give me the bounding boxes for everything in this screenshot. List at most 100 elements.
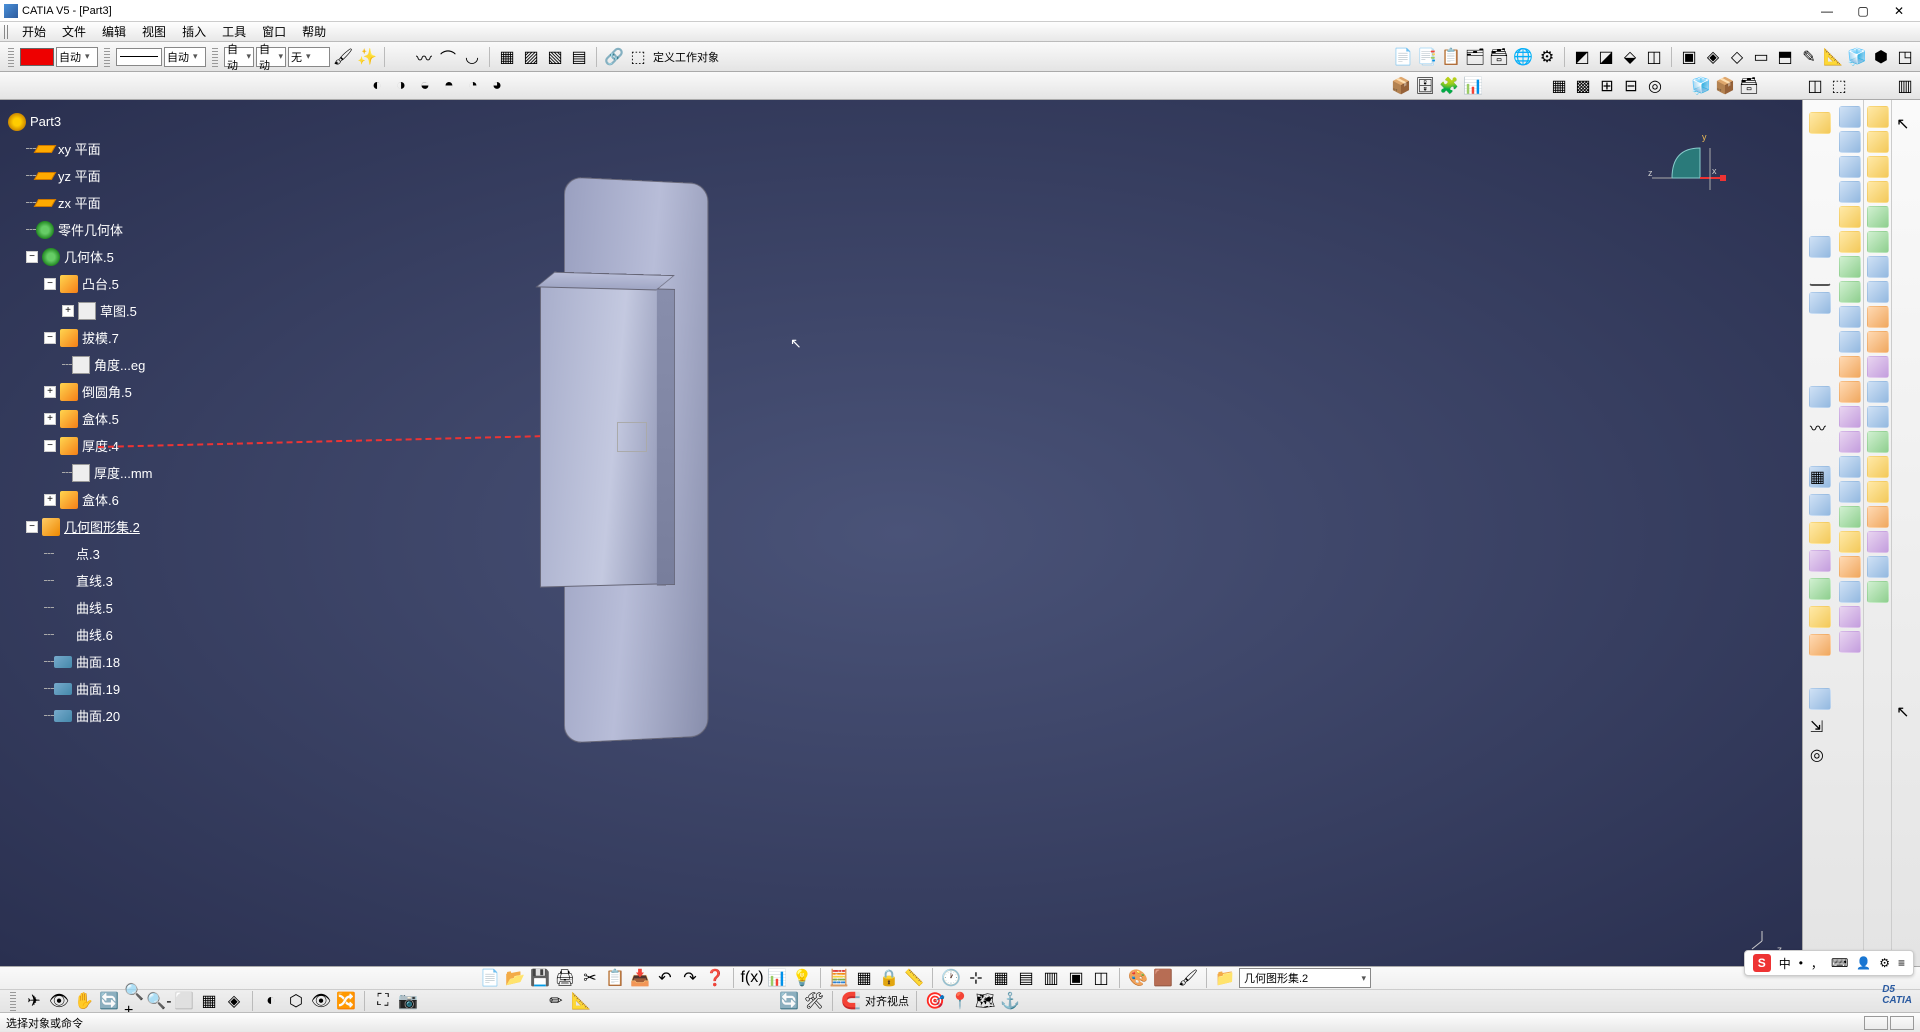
rib-icon[interactable] bbox=[1867, 231, 1889, 253]
sketch-support-icon[interactable]: ✏ bbox=[545, 990, 567, 1012]
tree-geoset2[interactable]: −几何图形集.2 bbox=[26, 513, 268, 540]
manual-update-icon[interactable]: 🛠 bbox=[803, 990, 825, 1012]
line-weight-combo[interactable]: 自动 bbox=[164, 47, 206, 67]
shaft-icon[interactable] bbox=[1867, 156, 1889, 178]
align-viewpoint-label[interactable]: 对齐视点 bbox=[865, 993, 909, 1009]
copy-props-icon[interactable]: 🖌 bbox=[332, 46, 354, 68]
3d-model[interactable] bbox=[540, 180, 720, 740]
wire-icon[interactable]: ⬡ bbox=[285, 990, 307, 1012]
redo-icon[interactable]: ↷ bbox=[679, 967, 701, 989]
iso-view-icon[interactable]: ◈ bbox=[223, 990, 245, 1012]
constraint-icon[interactable]: 🔒 bbox=[878, 967, 900, 989]
material-icon[interactable]: 🟫 bbox=[1152, 967, 1174, 989]
scale-icon[interactable] bbox=[1839, 481, 1861, 503]
ime-brand-icon[interactable]: S bbox=[1753, 954, 1771, 972]
misc-tool-4[interactable]: ▭ bbox=[1750, 46, 1772, 68]
3dx-4-icon[interactable]: ⚓ bbox=[999, 990, 1021, 1012]
box-icon-3[interactable]: ▧ bbox=[544, 46, 566, 68]
revolve-surf-icon[interactable] bbox=[1839, 131, 1861, 153]
clock-icon[interactable]: 🕐 bbox=[940, 967, 962, 989]
point-tool-icon[interactable] bbox=[1809, 236, 1831, 258]
misc-tool-1[interactable]: ▣ bbox=[1678, 46, 1700, 68]
define-workobj-icon[interactable]: ⬚ bbox=[627, 46, 649, 68]
misc-tool-8[interactable]: 🧊 bbox=[1846, 46, 1868, 68]
multi-view-icon[interactable]: ▦ bbox=[198, 990, 220, 1012]
tree-surf18[interactable]: 曲面.18 bbox=[44, 648, 268, 675]
thickness-icon[interactable] bbox=[1867, 481, 1889, 503]
view1-icon[interactable]: ▦ bbox=[990, 967, 1012, 989]
box-icon-2[interactable]: ▨ bbox=[520, 46, 542, 68]
gsd-tool-1[interactable]: ◐ bbox=[366, 75, 388, 97]
view-tool-5[interactable]: 🗃 bbox=[1488, 46, 1510, 68]
new-icon[interactable]: 📄 bbox=[479, 967, 501, 989]
view-tool-7[interactable]: ⚙ bbox=[1536, 46, 1558, 68]
box-prim-icon[interactable] bbox=[1809, 522, 1831, 544]
gsd-tool-5[interactable]: ◔ bbox=[462, 75, 484, 97]
fill-color-swatch[interactable] bbox=[20, 48, 54, 66]
ime-lang[interactable]: 中 bbox=[1779, 955, 1791, 972]
geoset-icon2[interactable]: 📁 bbox=[1214, 967, 1236, 989]
render-icon[interactable]: 🎨 bbox=[1127, 967, 1149, 989]
ime-menu-icon[interactable]: ≡ bbox=[1898, 956, 1905, 970]
status-indicator-1[interactable] bbox=[1864, 1016, 1888, 1030]
calc-icon[interactable]: 🧮 bbox=[828, 967, 850, 989]
compass[interactable]: y z x bbox=[1642, 128, 1732, 198]
hole-icon[interactable] bbox=[1867, 206, 1889, 228]
multi-surf-icon[interactable] bbox=[1839, 281, 1861, 303]
axis-icon[interactable]: ⇲ bbox=[1809, 716, 1831, 738]
paste-props-icon[interactable]: ✨ bbox=[356, 46, 378, 68]
snap-icon[interactable]: 🧲 bbox=[840, 990, 862, 1012]
menu-window[interactable]: 窗口 bbox=[254, 21, 294, 42]
menu-help[interactable]: 帮助 bbox=[294, 21, 334, 42]
tree-surf19[interactable]: 曲面.19 bbox=[44, 675, 268, 702]
mirror-icon[interactable] bbox=[1867, 556, 1889, 578]
fx-icon[interactable]: f(x) bbox=[741, 967, 763, 989]
gsd-tool-4[interactable]: ◓ bbox=[438, 75, 460, 97]
xref-icon[interactable]: 🔗 bbox=[603, 46, 625, 68]
extrude-surf-icon[interactable] bbox=[1839, 106, 1861, 128]
menu-view[interactable]: 视图 bbox=[134, 21, 174, 42]
body-tool-2[interactable]: 📦 bbox=[1714, 75, 1736, 97]
chamfer-icon[interactable] bbox=[1867, 406, 1889, 428]
fillet-icon[interactable] bbox=[1867, 381, 1889, 403]
status-indicator-2[interactable] bbox=[1890, 1016, 1914, 1030]
save-icon[interactable]: 💾 bbox=[529, 967, 551, 989]
tree-root[interactable]: Part3 bbox=[8, 108, 268, 135]
current-set-select[interactable]: 几何图形集.2 bbox=[1239, 968, 1371, 988]
capture-icon[interactable]: 📷 bbox=[397, 990, 419, 1012]
feat-tool-2[interactable]: ◪ bbox=[1595, 46, 1617, 68]
misc-tool-3[interactable]: ◇ bbox=[1726, 46, 1748, 68]
tree-collapse[interactable]: − bbox=[26, 251, 38, 263]
tree-body5[interactable]: −几何体.5 bbox=[26, 243, 268, 270]
3dx-1-icon[interactable]: 🎯 bbox=[924, 990, 946, 1012]
draft2-icon[interactable] bbox=[1867, 431, 1889, 453]
origin-marker[interactable] bbox=[617, 422, 647, 452]
maximize-button[interactable]: ▢ bbox=[1854, 2, 1872, 20]
sweep-surf-icon[interactable] bbox=[1839, 181, 1861, 203]
boundary-icon[interactable] bbox=[1839, 356, 1861, 378]
measure-icon[interactable]: 📏 bbox=[903, 967, 925, 989]
select-arrow2-icon[interactable]: ↖ bbox=[1895, 701, 1917, 723]
misc-tool-10[interactable]: ◳ bbox=[1894, 46, 1916, 68]
help-icon[interactable]: ❓ bbox=[704, 967, 726, 989]
ime-settings-icon[interactable]: ⚙ bbox=[1879, 956, 1890, 970]
print-icon[interactable]: 🖨 bbox=[554, 967, 576, 989]
grid-tool-icon[interactable]: ▦ bbox=[853, 967, 875, 989]
curve-icon-3[interactable]: ◡ bbox=[461, 46, 483, 68]
tree-curve6[interactable]: 曲线.6 bbox=[44, 621, 268, 648]
gsd-tool-6[interactable]: ◕ bbox=[486, 75, 508, 97]
gsd-tool-3[interactable]: ◒ bbox=[414, 75, 436, 97]
view5-icon[interactable]: ◫ bbox=[1090, 967, 1112, 989]
removeface-icon[interactable] bbox=[1867, 531, 1889, 553]
line-tool-icon[interactable] bbox=[1809, 264, 1831, 286]
misc-tool-5[interactable]: ⬒ bbox=[1774, 46, 1796, 68]
offset-surf-icon[interactable] bbox=[1839, 156, 1861, 178]
gsd-tool-2[interactable]: ◑ bbox=[390, 75, 412, 97]
box-icon-1[interactable]: ▦ bbox=[496, 46, 518, 68]
tree-point3[interactable]: 点.3 bbox=[44, 540, 268, 567]
translate-icon[interactable] bbox=[1839, 406, 1861, 428]
cut-icon[interactable]: ✂ bbox=[579, 967, 601, 989]
trim-surf-icon[interactable] bbox=[1839, 306, 1861, 328]
tree-plane-zx[interactable]: zx 平面 bbox=[26, 189, 268, 216]
affinity-icon[interactable] bbox=[1839, 506, 1861, 528]
